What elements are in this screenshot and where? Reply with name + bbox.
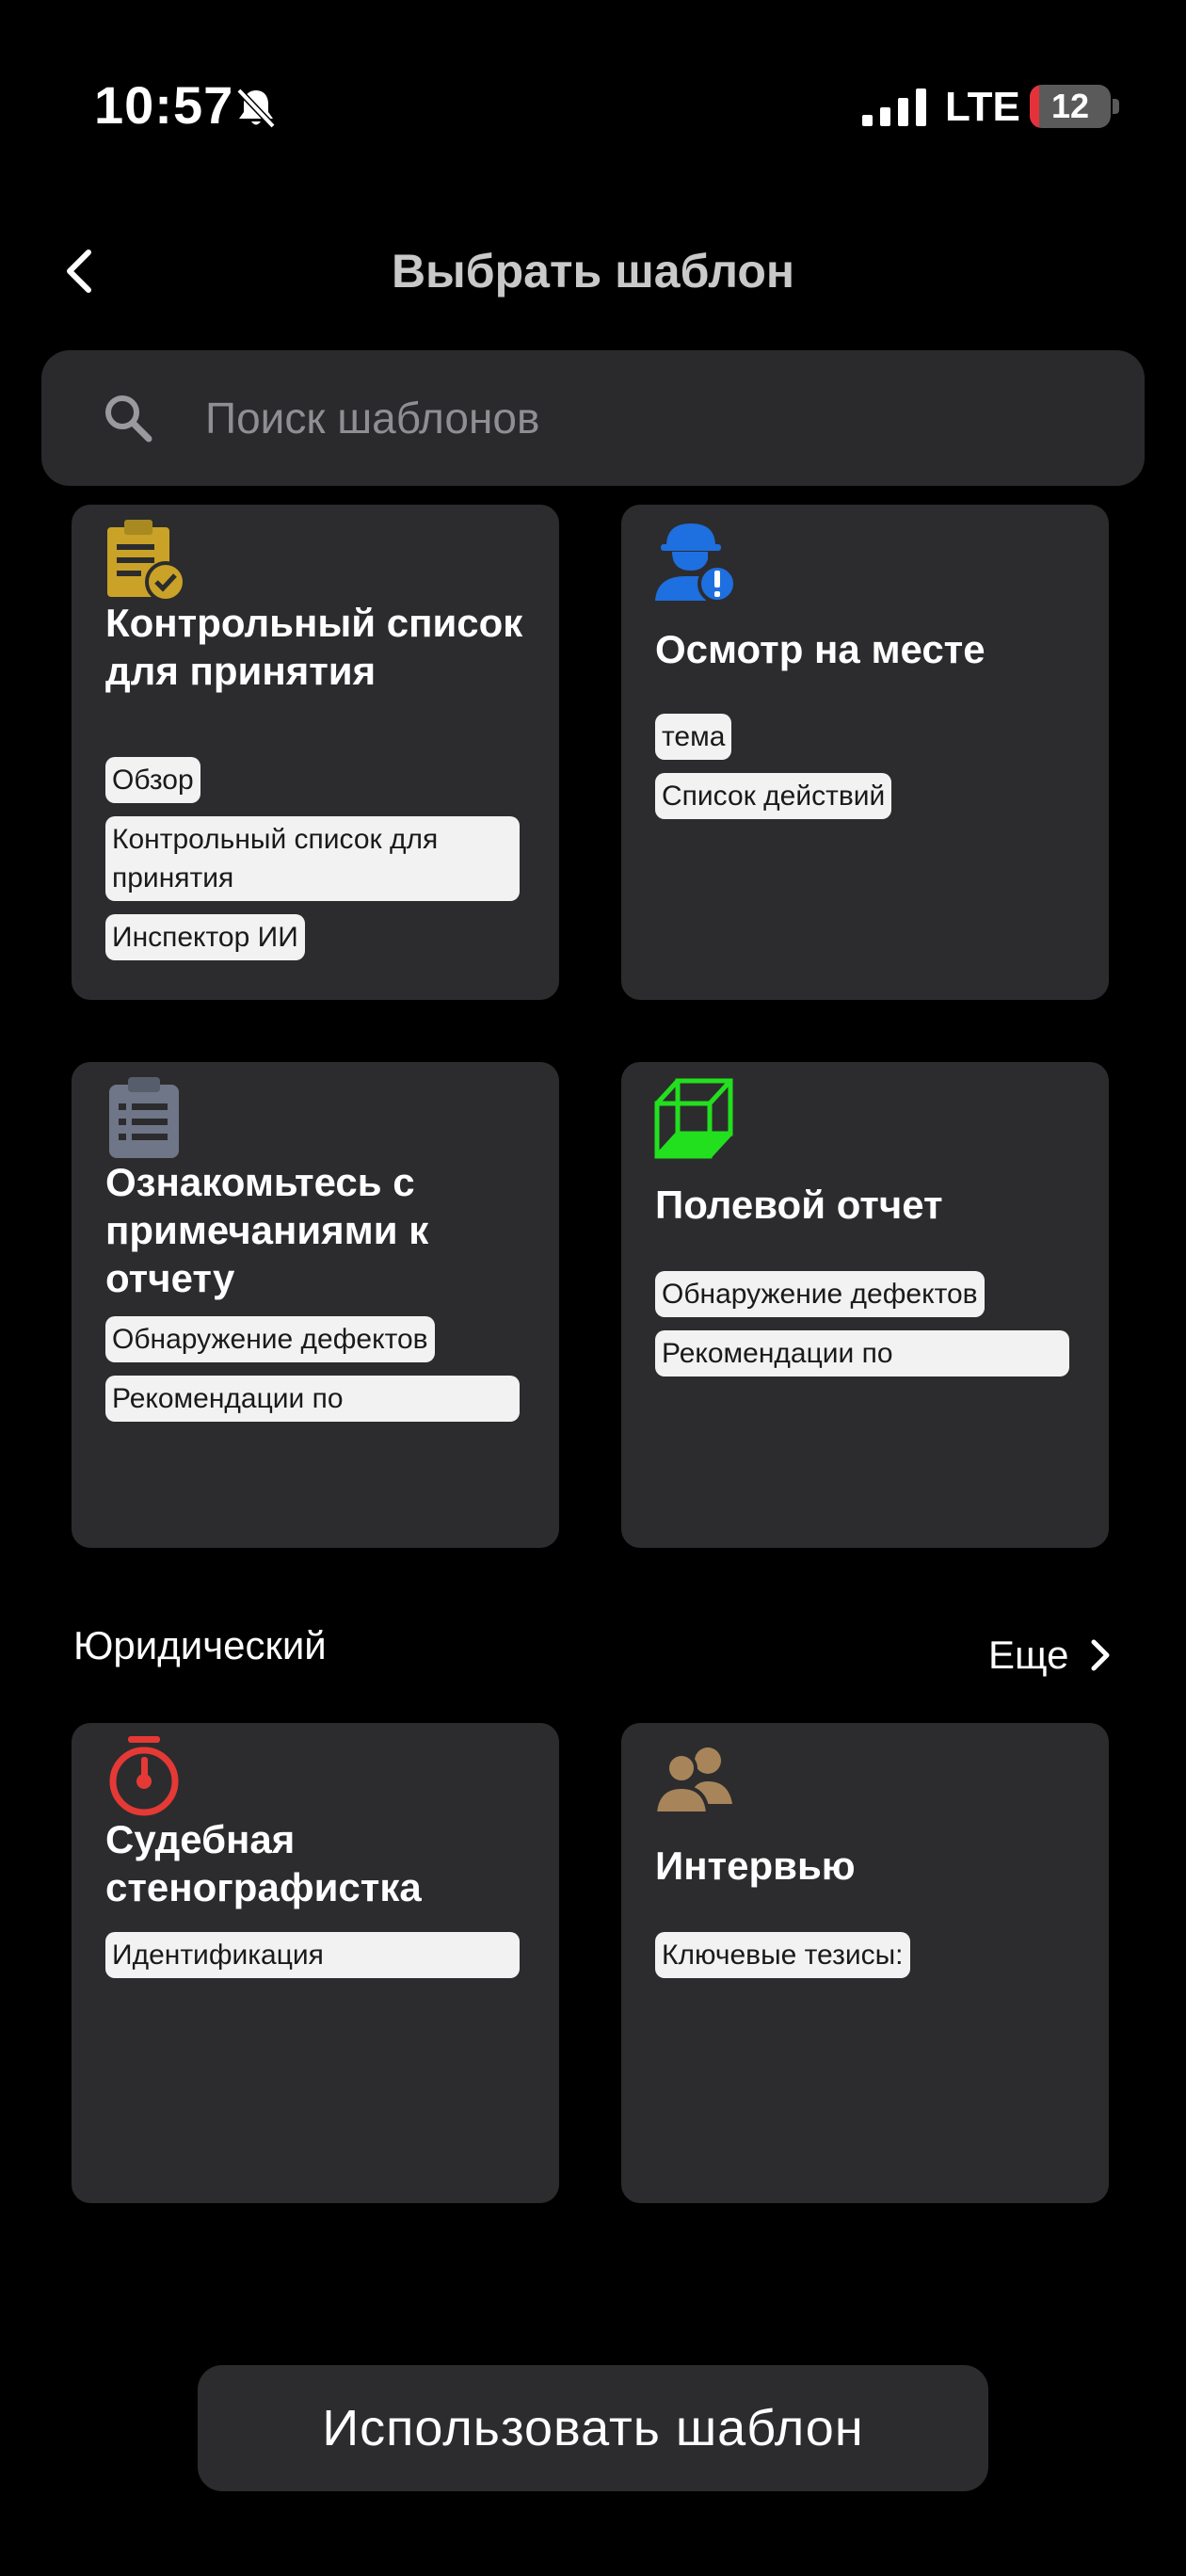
template-card-site-inspection[interactable]: Осмотр на месте тема Список действий [621, 505, 1109, 1000]
tag-list: Ключевые тезисы: [655, 1932, 1069, 1991]
worker-alert-icon [655, 523, 736, 603]
tag: Контрольный список для принятия [105, 816, 520, 901]
search-icon [105, 395, 152, 443]
search-input[interactable] [205, 388, 1052, 448]
template-card-court-reporter[interactable]: Судебная стенографистка Идентификация [72, 1723, 559, 2203]
card-title: Контрольный список для принятия [105, 601, 523, 693]
clipboard-check-icon [107, 520, 186, 603]
tag-list: Обнаружение дефектов Рекомендации по [105, 1316, 520, 1435]
template-card-field-report[interactable]: Полевой отчет Обнаружение дефектов Реком… [621, 1062, 1109, 1548]
network-type: LTE [945, 84, 1020, 130]
tag: Обнаружение дефектов [655, 1271, 985, 1317]
card-title: Судебная стенографистка [105, 1817, 422, 1909]
tag: Рекомендации по [655, 1330, 1069, 1377]
page-title: Выбрать шаблон [391, 245, 795, 298]
tag-list: тема Список действий [655, 714, 1069, 832]
battery-indicator: 12 [1030, 83, 1120, 130]
battery-percent: 12 [1050, 87, 1090, 125]
tag: Идентификация [105, 1932, 520, 1978]
tag: Список действий [655, 773, 892, 819]
template-card-acceptance-checklist[interactable]: Контрольный список для принятия Обзор Ко… [72, 505, 559, 1000]
card-title: Осмотр на месте [655, 627, 986, 671]
card-title: Ознакомьтесь с примечаниями к отчету [105, 1160, 429, 1300]
tag: тема [655, 714, 732, 760]
tag: Обнаружение дефектов [105, 1316, 435, 1362]
clipboard-list-icon [109, 1077, 179, 1158]
template-card-interview[interactable]: Интервью Ключевые тезисы: [621, 1723, 1109, 2203]
template-card-report-notes[interactable]: Ознакомьтесь с примечаниями к отчету Обн… [72, 1062, 559, 1548]
stopwatch-icon [109, 1736, 179, 1816]
search-bar[interactable] [41, 350, 1145, 486]
users-icon [652, 1747, 732, 1815]
bell-muted-icon [236, 88, 276, 129]
tag: Ключевые тезисы: [655, 1932, 910, 1978]
tag: Рекомендации по [105, 1376, 520, 1422]
chevron-right-icon[interactable] [1088, 1636, 1113, 1674]
card-title: Интервью [655, 1843, 856, 1888]
tag-list: Обнаружение дефектов Рекомендации по [655, 1271, 1069, 1390]
card-title: Полевой отчет [655, 1183, 943, 1227]
template-picker-screen: 10:57 LTE 12 Выбрать шаблон Поиск шаблон… [0, 0, 1186, 2576]
status-time: 10:57 [94, 75, 234, 135]
more-link[interactable]: Еще [988, 1629, 1068, 1682]
cube-icon [654, 1078, 733, 1159]
tag: Обзор [105, 757, 200, 803]
cellular-signal-icon [862, 89, 926, 126]
tag-list: Идентификация [105, 1932, 520, 1991]
tag-list: Обзор Контрольный список для принятия Ин… [105, 757, 520, 974]
section-title-legal: Юридический [73, 1623, 327, 1667]
use-template-button[interactable]: Использовать шаблон [198, 2365, 988, 2491]
tag: Инспектор ИИ [105, 914, 305, 960]
